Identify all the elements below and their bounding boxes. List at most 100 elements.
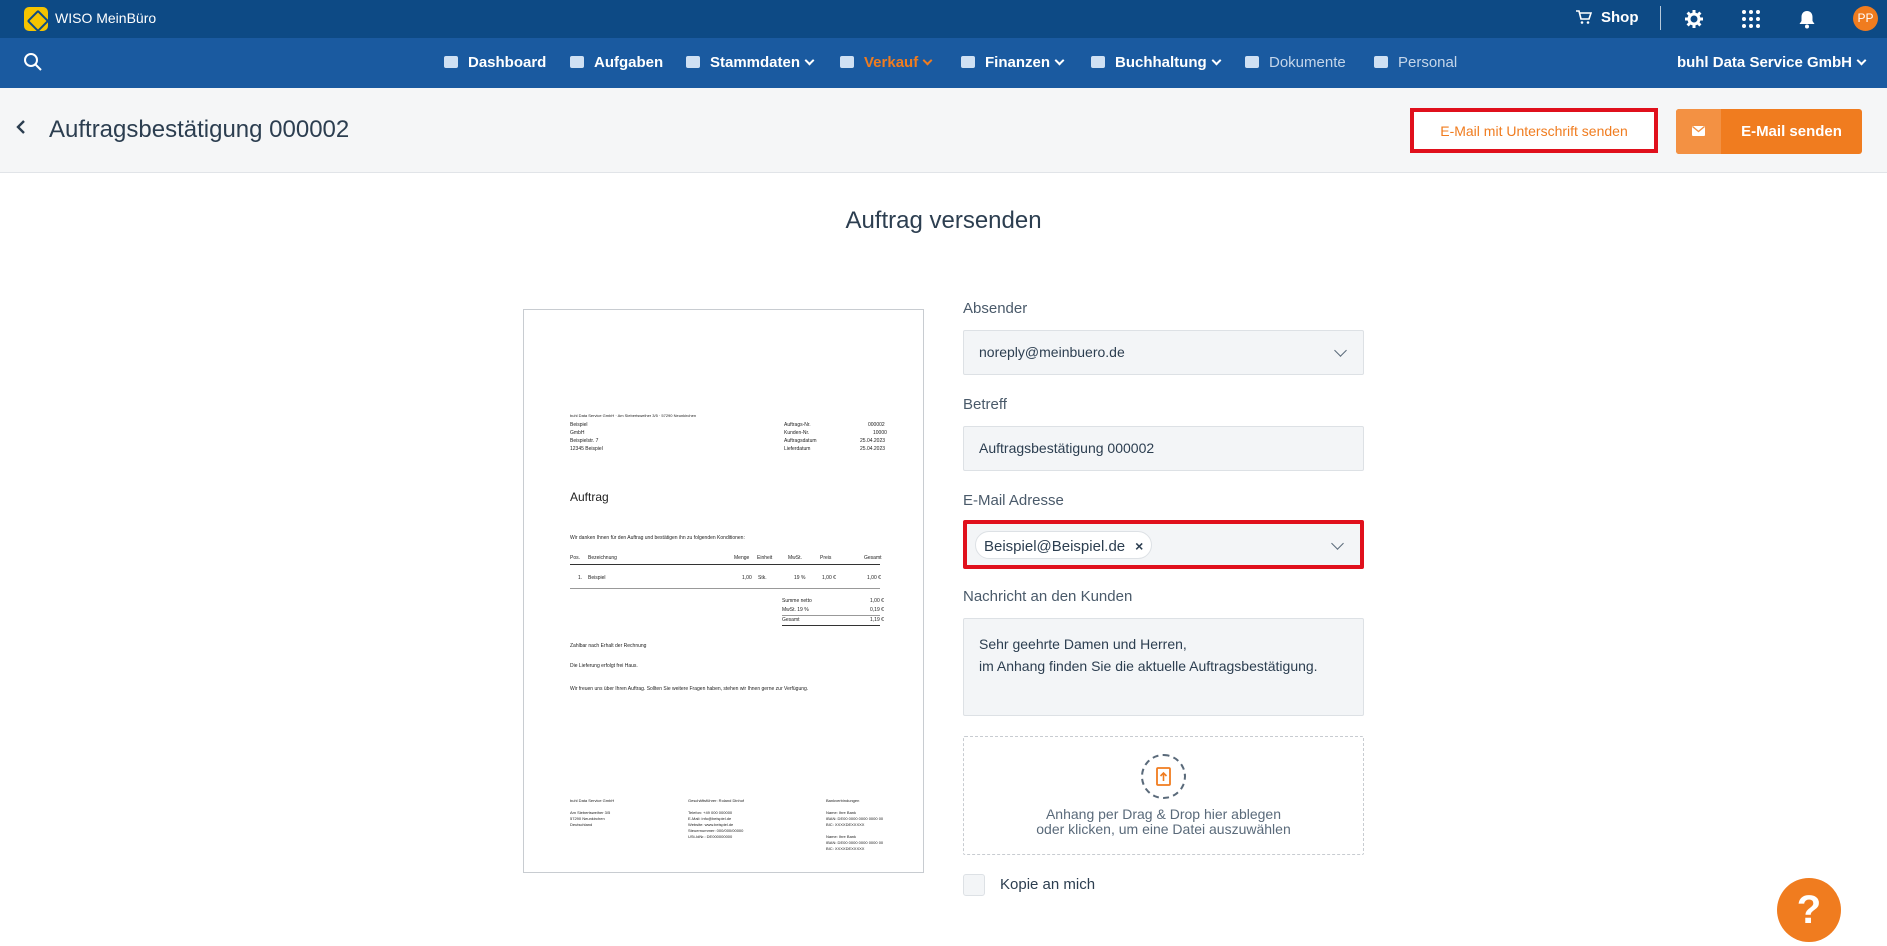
nav-verkauf[interactable]: Verkauf — [840, 54, 933, 71]
chevron-down-icon — [804, 55, 815, 66]
help-question-icon[interactable]: ? — [1777, 878, 1841, 942]
preview-col-header: Menge — [734, 555, 750, 561]
subject-label: Betreff — [963, 396, 1007, 413]
preview-sum-value: 1,00 € — [870, 598, 884, 604]
top-bar: WISO MeinBüro Shop PP — [0, 0, 1887, 38]
chevron-down-icon — [1331, 537, 1344, 550]
preview-col-header: Gesamt — [864, 555, 882, 561]
preview-sum-label: Summe netto — [782, 598, 812, 604]
chevron-down-icon — [1211, 55, 1222, 66]
preview-meta-value: 000002 — [868, 422, 885, 428]
preview-recipient-line: Beispiel — [570, 422, 588, 428]
preview-cell: 19 % — [794, 575, 806, 581]
copy-to-me-label[interactable]: Kopie an mich — [1000, 876, 1095, 893]
send-email-with-signature-button[interactable]: E-Mail mit Unterschrift senden — [1410, 108, 1658, 153]
shopping-cart-icon[interactable] — [1576, 10, 1592, 24]
nav-dokumente[interactable]: Dokumente — [1245, 54, 1346, 71]
upload-file-icon — [1141, 754, 1186, 799]
shop-link[interactable]: Shop — [1601, 9, 1639, 26]
preview-footer-col3: Bankverbindungen Name: Ihre Bank IBAN: D… — [826, 798, 883, 852]
nav-label: Personal — [1398, 54, 1458, 71]
preview-meta-label: Auftrags-Nr. — [784, 422, 811, 428]
search-icon[interactable] — [23, 52, 43, 72]
preview-text-line: Zahlbar nach Erhalt der Rechnung — [570, 643, 647, 649]
preview-col-header: Einheit — [757, 555, 773, 561]
dropzone-text: Anhang per Drag & Drop hier ablegen oder… — [964, 807, 1363, 837]
preview-footer-line: Geschäftsführer: Roland Dinhof — [688, 798, 745, 803]
document-preview[interactable]: buhl Data Service GmbH · Am Siebertsweih… — [523, 309, 924, 873]
preview-text-line: Die Lieferung erfolgt frei Haus. — [570, 663, 638, 669]
message-line: im Anhang finden Sie die aktuelle Auftra… — [979, 658, 1318, 674]
company-switcher[interactable]: buhl Data Service GmbH — [1677, 54, 1867, 71]
preview-footer-col1: buhl Data Service GmbH Am Siebertsweiher… — [570, 798, 614, 828]
preview-sum-value: 1,19 € — [870, 617, 884, 623]
preview-footer-line: USt-IdNr.: DE000000000 — [688, 834, 733, 839]
preview-cell: Stk. — [758, 575, 767, 581]
nav-stammdaten[interactable]: Stammdaten — [686, 54, 815, 71]
subject-value: Auftragsbestätigung 000002 — [979, 440, 1155, 456]
message-line: Sehr geehrte Damen und Herren, — [979, 636, 1187, 652]
sender-label: Absender — [963, 300, 1028, 317]
preview-recipient-line: Beispielstr. 7 — [570, 438, 599, 444]
user-avatar[interactable]: PP — [1853, 6, 1878, 31]
subject-input[interactable]: Auftragsbestätigung 000002 — [963, 426, 1364, 471]
nav-aufgaben[interactable]: Aufgaben — [570, 54, 663, 71]
send-email-label: E-Mail senden — [1741, 123, 1842, 140]
preview-sum-value: 0,19 € — [870, 607, 884, 613]
apps-grid-icon[interactable] — [1741, 9, 1761, 29]
preview-meta-value: 25.04.2023 — [860, 438, 886, 444]
preview-meta-label: Auftragsdatum — [784, 438, 817, 444]
preview-col-header: Bezeichnung — [588, 555, 617, 561]
preview-heading: Auftrag — [570, 490, 609, 504]
preview-cell: 1,00 € — [867, 575, 881, 581]
preview-meta-label: Kunden-Nr. — [784, 430, 810, 436]
folder-icon — [1245, 56, 1259, 68]
nav-buchhaltung[interactable]: Buchhaltung — [1091, 54, 1222, 71]
dropzone-line: Anhang per Drag & Drop hier ablegen — [1045, 806, 1282, 822]
preview-cell: 1,00 € — [822, 575, 836, 581]
remove-chip-icon[interactable]: × — [1135, 538, 1143, 554]
divider — [1660, 6, 1661, 30]
chevron-down-icon — [922, 55, 933, 66]
dashboard-icon — [444, 56, 458, 68]
preview-col-header: Pos. — [570, 555, 581, 561]
nav-label: Stammdaten — [710, 54, 801, 71]
nav-finanzen[interactable]: Finanzen — [961, 54, 1065, 71]
preview-footer-line: buhl Data Service GmbH — [570, 798, 615, 803]
preview-footer-col2: Geschäftsführer: Roland Dinhof Telefon: … — [688, 798, 744, 840]
back-chevron-icon[interactable] — [14, 120, 28, 134]
message-textarea[interactable]: Sehr geehrte Damen und Herren, im Anhang… — [963, 618, 1364, 716]
chevron-down-icon — [1334, 344, 1347, 357]
preview-sender-line: buhl Data Service GmbH · Am Siebertsweih… — [570, 413, 697, 418]
page-header: Auftragsbestätigung 000002 E-Mail mit Un… — [0, 88, 1887, 173]
preview-col-header: Preis — [820, 555, 832, 561]
page-title: Auftragsbestätigung 000002 — [49, 116, 350, 143]
copy-to-me-checkbox[interactable] — [963, 874, 985, 896]
chevron-down-icon — [1856, 55, 1867, 66]
nav-dashboard[interactable]: Dashboard — [444, 54, 546, 71]
nav-personal[interactable]: Personal — [1374, 54, 1457, 71]
nav-label: Verkauf — [864, 54, 919, 71]
nav-label: Dokumente — [1269, 54, 1346, 71]
email-chip: Beispiel@Beispiel.de × — [975, 531, 1153, 560]
section-title: Auftrag versenden — [845, 207, 1042, 234]
email-address-label: E-Mail Adresse — [963, 492, 1064, 509]
attachment-dropzone[interactable]: Anhang per Drag & Drop hier ablegen oder… — [963, 736, 1364, 855]
settings-gear-icon[interactable] — [1684, 9, 1704, 29]
preview-rule — [782, 615, 880, 616]
email-chip-text: Beispiel@Beispiel.de — [984, 538, 1126, 556]
preview-rule — [570, 564, 880, 565]
preview-rule — [570, 588, 880, 589]
main-nav: Dashboard Aufgaben Stammdaten Verkauf Fi… — [0, 38, 1887, 88]
preview-cell: Beispiel — [588, 575, 606, 581]
app-name: WISO MeinBüro — [55, 10, 157, 26]
preview-footer-line: BIC: XXXXDEXXXXX — [826, 846, 865, 851]
sender-select[interactable]: noreply@meinbuero.de — [963, 330, 1364, 375]
preview-text-line: Wir freuen uns über Ihren Auftrag. Sollt… — [570, 686, 809, 692]
email-address-select[interactable]: Beispiel@Beispiel.de × — [963, 520, 1364, 569]
nav-label: Buchhaltung — [1115, 54, 1207, 71]
send-email-button[interactable]: E-Mail senden — [1676, 109, 1862, 154]
bell-icon[interactable] — [1797, 9, 1817, 29]
ledger-icon — [1091, 56, 1105, 68]
app-logo[interactable] — [24, 7, 48, 31]
